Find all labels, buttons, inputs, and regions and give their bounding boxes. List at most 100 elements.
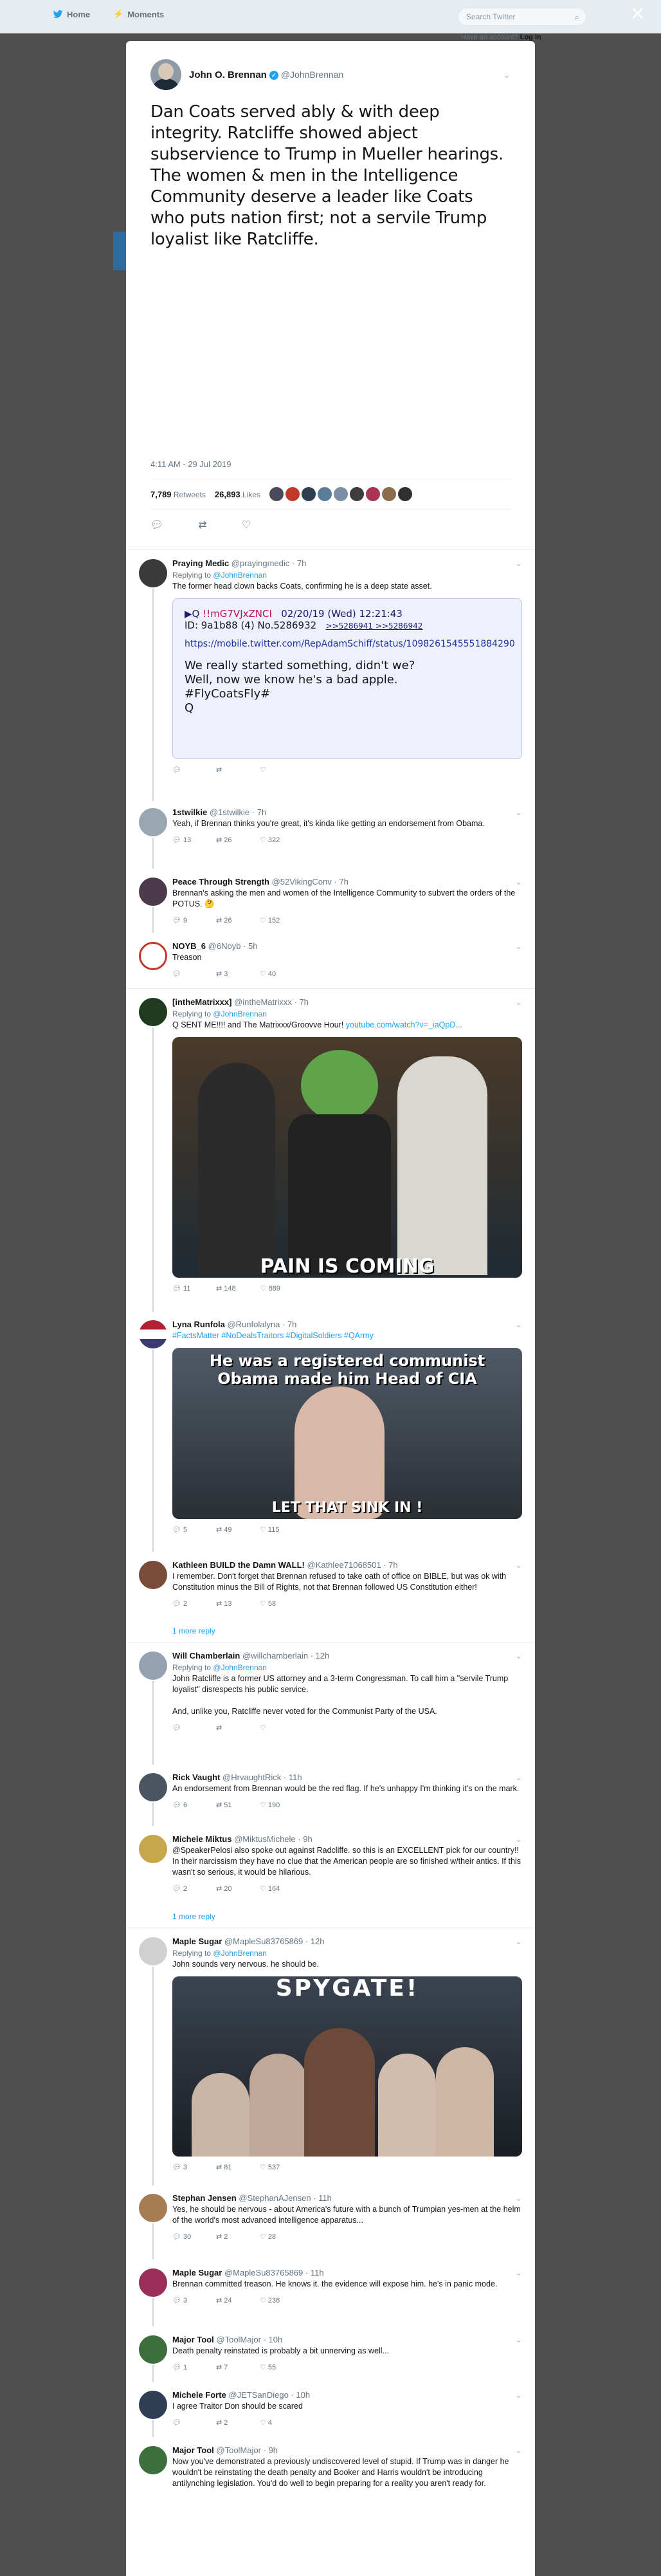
avatar[interactable] <box>139 2391 167 2419</box>
reply-hashtags[interactable]: #FactsMatter #NoDealsTraitors #DigitalSo… <box>172 1330 522 1341</box>
reply-count[interactable]: 💬︎ 1 <box>172 2362 192 2373</box>
reply-time[interactable]: · 9h <box>264 2445 278 2455</box>
more-replies-link[interactable]: 1 more reply <box>126 1908 535 1927</box>
like-count[interactable]: 26,893 Likes <box>215 490 260 499</box>
meme-image[interactable]: He was a registered communist Obama made… <box>172 1348 522 1519</box>
list-item[interactable]: [intheMatrixxx] @intheMatrixxx · 7h ⌄ Re… <box>126 988 535 1312</box>
like-count[interactable]: ♡ 4 <box>260 2417 279 2429</box>
avatar[interactable] <box>334 487 349 501</box>
chevron-down-icon[interactable]: ⌄ <box>515 1559 522 1571</box>
chevron-down-icon[interactable]: ⌄ <box>515 2389 522 2401</box>
retweet-count[interactable]: ⇄ 20 <box>216 1883 235 1895</box>
reply-author[interactable]: Maple Sugar <box>172 1937 222 1946</box>
avatar[interactable] <box>139 808 167 836</box>
avatar[interactable] <box>318 487 332 501</box>
like-count[interactable]: ♡ 28 <box>260 2231 279 2243</box>
list-item[interactable]: Major Tool @ToolMajor · 9h ⌄ Now you've … <box>126 2437 535 2508</box>
avatar[interactable] <box>139 878 167 906</box>
list-item[interactable]: Lyna Runfola @Runfolalyna · 7h ⌄ #FactsM… <box>126 1311 535 1552</box>
reply-count[interactable]: 💬︎ 2 <box>172 1883 192 1895</box>
tweet-timestamp[interactable]: 4:11 AM - 29 Jul 2019 <box>150 459 231 469</box>
avatar[interactable] <box>139 1773 167 1801</box>
avatar[interactable] <box>139 2446 167 2474</box>
reply-author[interactable]: Lyna Runfola <box>172 1320 225 1329</box>
chevron-down-icon[interactable]: ⌄ <box>515 807 522 818</box>
more-replies-link[interactable]: 1 more reply <box>126 1623 535 1642</box>
like-count[interactable]: ♡ 115 <box>260 1524 279 1536</box>
avatar[interactable] <box>139 1561 167 1589</box>
avatar[interactable] <box>139 1835 167 1863</box>
replying-to-handle[interactable]: @JohnBrennan <box>213 1949 267 1958</box>
avatar[interactable] <box>366 487 381 501</box>
reply-time[interactable]: · 5h <box>243 941 257 951</box>
list-item[interactable]: Michele Miktus @MiktusMichele · 9h ⌄ @Sp… <box>126 1826 535 1908</box>
chevron-down-icon[interactable]: ⌄ <box>515 1650 522 1662</box>
reply-count[interactable]: 💬︎ 9 <box>172 915 192 926</box>
reply-count[interactable]: 💬︎ 3 <box>172 2295 192 2306</box>
retweet-count[interactable]: ⇄ 2 <box>216 2417 235 2429</box>
retweet-count[interactable]: ⇄ 2 <box>216 2231 235 2243</box>
chevron-down-icon[interactable]: ⌄ <box>515 2267 522 2279</box>
list-item[interactable]: 1stwilkie @1stwilkie · 7h ⌄ Yeah, if Bre… <box>126 799 535 869</box>
reply-author[interactable]: Maple Sugar <box>172 2268 222 2277</box>
chevron-down-icon[interactable]: ⌄ <box>515 2193 522 2204</box>
author-name[interactable]: John O. Brennan ✓ @JohnBrennan <box>189 69 343 80</box>
retweet-count[interactable]: ⇄ 49 <box>216 1524 235 1536</box>
reply-author[interactable]: Rick Vaught <box>172 1772 220 1782</box>
reply-icon[interactable]: 💬︎ <box>150 519 163 531</box>
chevron-down-icon[interactable]: ⌄ <box>515 2445 522 2456</box>
reply-author[interactable]: NOYB_6 <box>172 941 206 951</box>
retweet-icon[interactable]: ⇄ <box>198 519 206 531</box>
meme-image[interactable]: SPYGATE! <box>172 1976 522 2157</box>
chevron-down-icon[interactable]: ⌄ <box>515 997 522 1008</box>
like-count[interactable]: ♡ 164 <box>260 1883 280 1895</box>
reply-author[interactable]: Praying Medic <box>172 558 229 568</box>
like-icon[interactable]: ♡ <box>242 519 251 531</box>
reply-author[interactable]: Major Tool <box>172 2445 214 2455</box>
like-count[interactable]: ♡ 889 <box>260 1283 280 1294</box>
replying-to-handle[interactable]: @JohnBrennan <box>213 571 267 580</box>
chevron-down-icon[interactable]: ⌄ <box>515 941 522 952</box>
list-item[interactable]: Peace Through Strength @52VikingConv · 7… <box>126 869 535 933</box>
reply-time[interactable]: · 7h <box>294 997 309 1007</box>
retweet-count[interactable]: 7,789 Retweets <box>150 490 206 499</box>
like-icon[interactable]: ♡ <box>260 764 279 776</box>
reply-author[interactable]: Kathleen BUILD the Damn WALL! <box>172 1560 305 1570</box>
avatar[interactable] <box>139 942 167 970</box>
reply-author[interactable]: 1stwilkie <box>172 807 207 817</box>
chevron-down-icon[interactable]: ⌄ <box>515 2334 522 2346</box>
chevron-down-icon[interactable]: ⌄ <box>515 1319 522 1330</box>
avatar[interactable] <box>139 2335 167 2364</box>
avatar[interactable] <box>139 559 167 587</box>
like-count[interactable]: ♡ 55 <box>260 2362 279 2373</box>
avatar[interactable] <box>382 487 397 501</box>
retweet-count[interactable]: ⇄ 26 <box>216 915 235 926</box>
list-item[interactable]: Maple Sugar @MapleSu83765869 · 12h ⌄ Rep… <box>126 1927 535 2185</box>
chevron-down-icon[interactable]: ⌄ <box>515 1834 522 1845</box>
retweet-icon[interactable]: ⇄ <box>216 764 235 776</box>
search-input[interactable]: Search Twitter ⌕ <box>458 8 586 26</box>
reply-time[interactable]: · 12h <box>305 1937 325 1946</box>
reply-time[interactable]: · 7h <box>292 558 306 568</box>
reply-author[interactable]: Will Chamberlain <box>172 1651 240 1661</box>
like-count[interactable]: ♡ 58 <box>260 1598 279 1610</box>
chevron-down-icon[interactable]: ⌄ <box>515 1936 522 1947</box>
retweet-count[interactable]: ⇄ 148 <box>216 1283 236 1294</box>
replying-to-handle[interactable]: @JohnBrennan <box>213 1663 267 1672</box>
avatar[interactable] <box>139 1937 167 1965</box>
reply-time[interactable]: · 7h <box>282 1320 296 1329</box>
reply-count[interactable]: 💬︎ <box>172 968 192 980</box>
list-item[interactable]: Rick Vaught @HrvaughtRick · 11h ⌄ An end… <box>126 1764 535 1826</box>
retweet-count[interactable]: ⇄ 51 <box>216 1799 235 1811</box>
like-icon[interactable]: ♡ <box>260 1722 279 1734</box>
reply-time[interactable]: · 12h <box>311 1651 330 1661</box>
reply-time[interactable]: · 10h <box>291 2390 310 2400</box>
reply-icon[interactable]: 💬︎ <box>172 1722 192 1734</box>
list-item[interactable]: Michele Forte @JETSanDiego · 10h ⌄ I agr… <box>126 2382 535 2437</box>
retweet-count[interactable]: ⇄ 13 <box>216 1598 235 1610</box>
avatar[interactable] <box>269 487 284 501</box>
chevron-down-icon[interactable]: ⌄ <box>515 558 522 569</box>
list-item[interactable]: Major Tool @ToolMajor · 10h ⌄ Death pena… <box>126 2326 535 2382</box>
reply-author[interactable]: [intheMatrixxx] <box>172 997 231 1007</box>
reply-time[interactable]: · 7h <box>252 807 266 817</box>
